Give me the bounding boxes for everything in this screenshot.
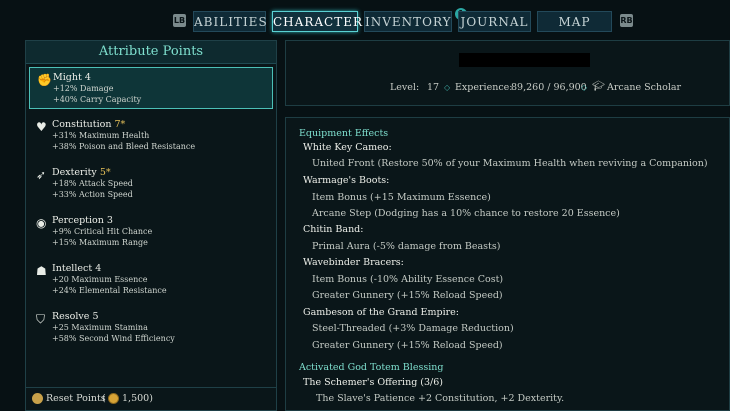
attribute-value: 7* bbox=[114, 119, 126, 130]
attribute-name: Resolve bbox=[52, 311, 90, 322]
eye-icon: ◉ bbox=[36, 216, 47, 230]
attribute-might[interactable]: ✊ Might 4 +12% Damage +40% Carry Capacit… bbox=[29, 67, 273, 109]
attribute-value: 3 bbox=[106, 215, 113, 226]
shield-icon: ⛉ bbox=[36, 312, 46, 326]
coin-icon bbox=[108, 393, 119, 404]
level-value: 17 bbox=[427, 82, 440, 93]
equipment-item-name: White Key Cameo: bbox=[303, 142, 392, 153]
attribute-value: 4 bbox=[84, 72, 91, 83]
blessing-effect: The Slave's Patience +2 Constitution, +2… bbox=[316, 393, 565, 404]
tab-inventory[interactable]: INVENTORY bbox=[364, 11, 452, 32]
attribute-value: 5* bbox=[99, 167, 111, 178]
next-tab-key-hint[interactable]: RB bbox=[620, 14, 633, 27]
tab-map[interactable]: MAP bbox=[537, 11, 612, 32]
attribute-intellect[interactable]: ☗ Intellect 4 +20 Maximum Essence +24% E… bbox=[29, 259, 273, 301]
attribute-panel-title: Attribute Points bbox=[26, 41, 276, 64]
reset-points-button[interactable]: Reset Points ( 1,500) bbox=[26, 387, 276, 410]
separator-diamond-icon: ◇ bbox=[444, 83, 451, 92]
equipment-effect: Greater Gunnery (+15% Reload Speed) bbox=[312, 290, 503, 301]
blessing-header: Activated God Totem Blessing bbox=[299, 362, 444, 373]
running-icon: ➶ bbox=[36, 168, 47, 182]
equipment-effect: Steel-Threaded (+3% Damage Reduction) bbox=[312, 323, 514, 334]
attribute-bonus: +20 Maximum Essence bbox=[52, 275, 148, 284]
equipment-effect: Arcane Step (Dodging has a 10% chance to… bbox=[312, 208, 620, 219]
attribute-bonus: +12% Damage bbox=[53, 84, 114, 93]
experience-value: 89,260 / 96,900 bbox=[511, 82, 587, 93]
equipment-item-name: Chitin Band: bbox=[303, 224, 364, 235]
attribute-dexterity[interactable]: ➶ Dexterity 5* +18% Attack Speed +33% Ac… bbox=[29, 163, 273, 205]
level-label: Level: bbox=[390, 82, 420, 93]
attribute-bonus: +31% Maximum Health bbox=[52, 131, 150, 140]
attribute-bonus: +9% Critical Hit Chance bbox=[52, 227, 153, 236]
top-navigation: LB ABILITIES CHARACTER INVENTORY 1 JOURN… bbox=[0, 0, 730, 40]
attribute-name: Perception bbox=[52, 215, 104, 226]
equipment-effect: Primal Aura (-5% damage from Beasts) bbox=[312, 241, 501, 252]
equipment-effect: United Front (Restore 50% of your Maximu… bbox=[312, 158, 708, 169]
attribute-name: Intellect bbox=[52, 263, 93, 274]
attribute-constitution[interactable]: ♥ Constitution 7* +31% Maximum Health +3… bbox=[29, 115, 273, 157]
attribute-bonus: +40% Carry Capacity bbox=[53, 95, 142, 104]
attribute-bonus: +25 Maximum Stamina bbox=[52, 323, 148, 332]
equipment-item-name: Gambeson of the Grand Empire: bbox=[303, 307, 459, 318]
attribute-value: 4 bbox=[95, 263, 102, 274]
attribute-bonus: +24% Elemental Resistance bbox=[52, 286, 167, 295]
tab-character[interactable]: CHARACTER bbox=[272, 11, 362, 32]
equipment-effect: Greater Gunnery (+15% Reload Speed) bbox=[312, 340, 503, 351]
attribute-bonus: +58% Second Wind Efficiency bbox=[52, 334, 175, 343]
equipment-effect: Item Bonus (-10% Ability Essence Cost) bbox=[312, 274, 504, 285]
tab-journal[interactable]: JOURNAL bbox=[458, 11, 531, 32]
attribute-perception[interactable]: ◉ Perception 3 +9% Critical Hit Chance +… bbox=[29, 211, 273, 253]
attribute-name: Might bbox=[53, 72, 82, 83]
attribute-name: Constitution bbox=[52, 119, 112, 130]
attribute-bonus: +18% Attack Speed bbox=[52, 179, 133, 188]
graduation-cap-icon: 🎓︎ bbox=[592, 81, 605, 92]
button-prompt-icon bbox=[32, 393, 43, 404]
attribute-panel: Attribute Points ✊ Might 4 +12% Damage +… bbox=[25, 40, 277, 411]
separator-diamond-icon: ◇ bbox=[581, 83, 588, 92]
reset-points-label: Reset Points bbox=[46, 393, 106, 404]
character-header: Level: 17 ◇ Experience: 89,260 / 96,900 … bbox=[285, 40, 730, 106]
equipment-item-name: Wavebinder Bracers: bbox=[303, 257, 404, 268]
equipment-effects-panel: Equipment Effects White Key Cameo: Unite… bbox=[285, 117, 730, 411]
attribute-resolve[interactable]: ⛉ Resolve 5 +25 Maximum Stamina +58% Sec… bbox=[29, 307, 273, 349]
attribute-bonus: +15% Maximum Range bbox=[52, 238, 148, 247]
blessing-name: The Schemer's Offering (3/6) bbox=[303, 377, 444, 388]
heart-icon: ♥ bbox=[36, 120, 47, 134]
reset-cost: 1,500 bbox=[122, 393, 150, 404]
attribute-value: 5 bbox=[92, 311, 99, 322]
attribute-name: Dexterity bbox=[52, 167, 97, 178]
tab-abilities[interactable]: ABILITIES bbox=[193, 11, 267, 32]
equipment-effect: Item Bonus (+15 Maximum Essence) bbox=[312, 192, 491, 203]
class-name: Arcane Scholar bbox=[607, 82, 682, 93]
fist-icon: ✊ bbox=[37, 73, 52, 87]
attribute-bonus: +38% Poison and Bleed Resistance bbox=[52, 142, 196, 151]
experience-label: Experience: bbox=[455, 82, 513, 93]
character-name-redacted bbox=[459, 53, 590, 67]
equipment-effects-header: Equipment Effects bbox=[299, 128, 389, 139]
prev-tab-key-hint[interactable]: LB bbox=[173, 14, 186, 27]
head-icon: ☗ bbox=[36, 264, 47, 278]
equipment-item-name: Warmage's Boots: bbox=[303, 175, 390, 186]
attribute-bonus: +33% Action Speed bbox=[52, 190, 133, 199]
